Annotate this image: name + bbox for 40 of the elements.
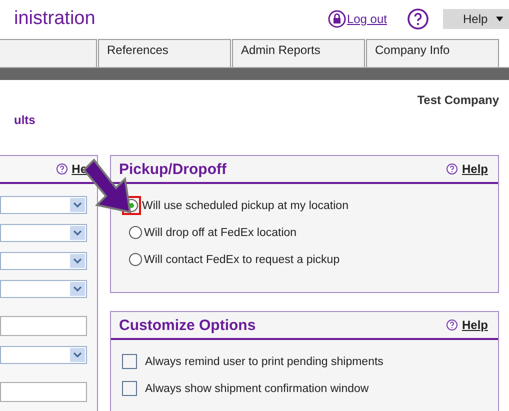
section-link[interactable]: ults	[0, 107, 509, 127]
caret-icon	[70, 226, 85, 240]
help-icon	[56, 163, 68, 175]
page-title: inistration	[14, 8, 96, 30]
help-link[interactable]: Help	[462, 162, 488, 176]
dropdown[interactable]	[0, 252, 87, 270]
help-menu-button[interactable]: Help	[443, 9, 509, 29]
help-icon	[446, 319, 458, 331]
option-label: Always show shipment confirmation window	[145, 382, 369, 394]
caret-icon	[70, 198, 85, 212]
panel-title: Customize Options	[119, 316, 256, 334]
input-field[interactable]	[0, 316, 87, 336]
radio-button[interactable]	[129, 253, 142, 266]
option-label: Will use scheduled pickup at my location	[142, 200, 348, 212]
caret-icon	[496, 16, 503, 22]
panel-title: Pickup/Dropoff	[119, 160, 226, 178]
lock-icon	[328, 10, 346, 28]
help-icon	[446, 163, 458, 175]
tab[interactable]: Admin Reports	[232, 39, 365, 67]
dropdown[interactable]	[0, 346, 87, 364]
option-label: Will drop off at FedEx location	[144, 226, 297, 238]
option-label: Always remind user to print pending shipments	[145, 356, 384, 368]
checkbox[interactable]	[122, 381, 137, 396]
input-field[interactable]	[0, 382, 87, 402]
dropdown[interactable]	[0, 280, 87, 298]
logout-link[interactable]: Log out	[346, 12, 387, 26]
help-icon	[407, 8, 429, 30]
caret-icon	[70, 282, 85, 296]
company-name: Test Company	[417, 93, 499, 107]
option-label: Will contact FedEx to request a pickup	[144, 254, 340, 266]
tab[interactable]: Company Info	[366, 39, 499, 67]
tab[interactable]	[0, 39, 97, 67]
help-link[interactable]: Help	[462, 318, 488, 332]
caret-icon	[70, 348, 85, 362]
caret-icon	[70, 254, 85, 268]
tab[interactable]: References	[98, 39, 231, 67]
radio-button[interactable]	[129, 226, 142, 239]
dropdown[interactable]	[0, 196, 87, 214]
dropdown[interactable]	[0, 224, 87, 242]
checkbox[interactable]	[122, 354, 137, 369]
